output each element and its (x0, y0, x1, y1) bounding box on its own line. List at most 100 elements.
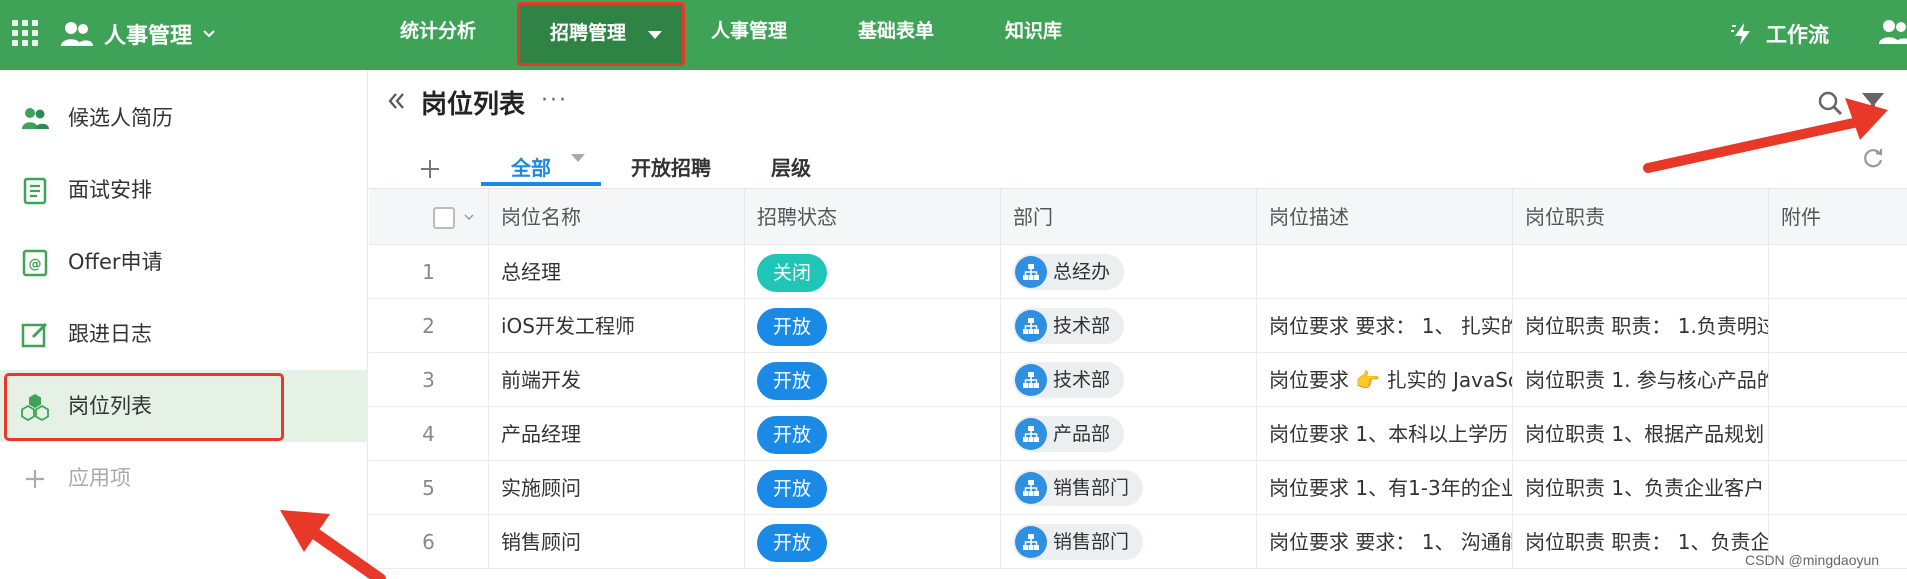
cell-attachment[interactable] (1769, 407, 1907, 461)
app-grid-icon[interactable] (12, 20, 38, 46)
caret-down-icon (648, 31, 662, 39)
add-view-button[interactable] (419, 152, 441, 188)
svg-text:@: @ (29, 257, 42, 272)
cell-duty[interactable] (1513, 245, 1769, 299)
org-chart-icon (1015, 526, 1047, 558)
row-number[interactable]: 1 (369, 245, 489, 299)
cell-duty[interactable]: 岗位职责 1、根据产品规划 (1513, 407, 1769, 461)
nav-recruitment[interactable]: 招聘管理 (517, 2, 685, 66)
table-row[interactable]: 3 前端开发 开放 技术部 岗位要求 👉 扎实的 JavaScr 岗位职责 1. 参与核心… (369, 353, 1907, 407)
department-tag: 产品部 (1013, 416, 1125, 452)
select-all-header (369, 189, 489, 245)
column-header-name[interactable]: 岗位名称 (489, 189, 745, 245)
department-name: 销售部门 (1053, 531, 1130, 553)
department-name: 总经办 (1053, 261, 1111, 283)
cell-department[interactable]: 总经办 (1001, 245, 1257, 299)
sidebar-item-offer-request[interactable]: @ Offer申请 (0, 226, 368, 298)
column-header-status[interactable]: 招聘状态 (745, 189, 1001, 245)
org-chart-icon (1015, 310, 1047, 342)
nav-personnel[interactable]: 人事管理 (711, 0, 787, 70)
cell-status[interactable]: 开放 (745, 407, 1001, 461)
row-number[interactable]: 3 (369, 353, 489, 407)
table-row[interactable]: 6 销售顾问 开放 销售部门 岗位要求 要求： 1、 沟通能 岗位职责 职责： 1、负责企 (369, 515, 1907, 569)
workflow-button[interactable]: 工作流 (1730, 14, 1829, 54)
cell-job-name[interactable]: 实施顾问 (489, 461, 745, 515)
org-chart-icon (1015, 418, 1047, 450)
annotation-highlight-box (4, 373, 284, 441)
column-header-department[interactable]: 部门 (1001, 189, 1257, 245)
nav-statistics[interactable]: 统计分析 (400, 0, 476, 70)
table-row[interactable]: 1 总经理 关闭 总经办 (369, 245, 1907, 299)
sidebar-add-app-item[interactable]: 应用项 (0, 442, 368, 514)
column-header-duty[interactable]: 岗位职责 (1513, 189, 1769, 245)
collapse-sidebar-icon[interactable] (385, 90, 407, 112)
cell-description[interactable]: 岗位要求 要求： 1、 沟通能 (1257, 515, 1513, 569)
cell-job-name[interactable]: 销售顾问 (489, 515, 745, 569)
cell-attachment[interactable] (1769, 461, 1907, 515)
tab-dropdown-icon[interactable] (571, 154, 585, 162)
watermark-text: CSDN @mingdaoyun (1745, 552, 1880, 568)
cell-job-name[interactable]: iOS开发工程师 (489, 299, 745, 353)
cell-status[interactable]: 开放 (745, 461, 1001, 515)
row-number[interactable]: 5 (369, 461, 489, 515)
cell-department[interactable]: 销售部门 (1001, 461, 1257, 515)
members-icon[interactable] (1878, 18, 1907, 46)
nav-knowledge-base[interactable]: 知识库 (1005, 0, 1062, 70)
department-name: 销售部门 (1053, 477, 1130, 499)
cell-department[interactable]: 销售部门 (1001, 515, 1257, 569)
row-number[interactable]: 2 (369, 299, 489, 353)
nav-recruitment-label: 招聘管理 (550, 22, 627, 44)
cell-description[interactable]: 岗位要求 要求： 1、 扎实的 (1257, 299, 1513, 353)
select-all-checkbox[interactable] (433, 207, 455, 229)
row-number[interactable]: 4 (369, 407, 489, 461)
table-row[interactable]: 4 产品经理 开放 产品部 岗位要求 1、本科以上学历 岗位职责 1、根据产品规划 (369, 407, 1907, 461)
cell-job-name[interactable]: 前端开发 (489, 353, 745, 407)
app-window: 人事管理 统计分析 招聘管理 人事管理 基础表单 知识库 工作流 候选人简历 面… (0, 0, 1907, 579)
cell-attachment[interactable] (1769, 353, 1907, 407)
status-badge: 开放 (757, 362, 828, 400)
cell-duty[interactable]: 岗位职责 职责： 1.负责明过 (1513, 299, 1769, 353)
sidebar-item-label: Offer申请 (68, 250, 163, 274)
cell-job-name[interactable]: 总经理 (489, 245, 745, 299)
cell-duty[interactable]: 岗位职责 1. 参与核心产品的 (1513, 353, 1769, 407)
table-row[interactable]: 5 实施顾问 开放 销售部门 岗位要求 1、有1-3年的企业 岗位职责 1、负责企业客户 (369, 461, 1907, 515)
active-tab-indicator (481, 182, 601, 186)
cell-department[interactable]: 技术部 (1001, 353, 1257, 407)
top-navigation-bar: 人事管理 统计分析 招聘管理 人事管理 基础表单 知识库 工作流 (0, 0, 1907, 70)
cell-description[interactable]: 岗位要求 👉 扎实的 JavaScr (1257, 353, 1513, 407)
more-options-button[interactable]: ··· (541, 88, 568, 113)
cell-status[interactable]: 关闭 (745, 245, 1001, 299)
chevron-down-icon[interactable] (464, 213, 474, 221)
row-number[interactable]: 6 (369, 515, 489, 569)
filter-icon[interactable] (1860, 90, 1886, 116)
cell-attachment[interactable] (1769, 245, 1907, 299)
app-name: 人事管理 (104, 24, 193, 49)
nav-basic-forms[interactable]: 基础表单 (858, 0, 934, 70)
cell-status[interactable]: 开放 (745, 353, 1001, 407)
cell-status[interactable]: 开放 (745, 515, 1001, 569)
cell-duty[interactable]: 岗位职责 1、负责企业客户 (1513, 461, 1769, 515)
edit-icon (21, 322, 48, 348)
search-icon[interactable] (1816, 89, 1844, 117)
sidebar-item-interview-schedule[interactable]: 面试安排 (0, 154, 368, 226)
column-header-attachment[interactable]: 附件 (1769, 189, 1907, 245)
cell-attachment[interactable] (1769, 299, 1907, 353)
cell-description[interactable]: 岗位要求 1、本科以上学历 (1257, 407, 1513, 461)
cell-description[interactable]: 岗位要求 1、有1-3年的企业 (1257, 461, 1513, 515)
column-header-description[interactable]: 岗位描述 (1257, 189, 1513, 245)
app-switcher[interactable]: 人事管理 (60, 14, 216, 54)
cell-duty[interactable]: 岗位职责 职责： 1、负责企 (1513, 515, 1769, 569)
cell-description[interactable] (1257, 245, 1513, 299)
cell-department[interactable]: 技术部 (1001, 299, 1257, 353)
sidebar-item-candidate-resume[interactable]: 候选人简历 (0, 82, 368, 154)
cell-job-name[interactable]: 产品经理 (489, 407, 745, 461)
department-tag: 销售部门 (1013, 524, 1144, 560)
status-badge: 开放 (757, 524, 828, 562)
sidebar-item-follow-up-log[interactable]: 跟进日志 (0, 298, 368, 370)
table-row[interactable]: 2 iOS开发工程师 开放 技术部 岗位要求 要求： 1、 扎实的 岗位职责 职责： 1.… (369, 299, 1907, 353)
cell-status[interactable]: 开放 (745, 299, 1001, 353)
cell-department[interactable]: 产品部 (1001, 407, 1257, 461)
status-badge: 开放 (757, 308, 828, 346)
sidebar-item-label: 面试安排 (68, 178, 152, 202)
add-app-label: 应用项 (68, 466, 131, 490)
